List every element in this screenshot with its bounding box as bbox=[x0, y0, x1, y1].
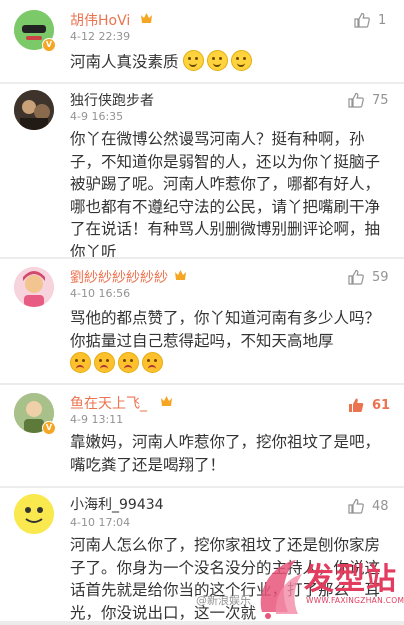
commenter-name[interactable]: 独行侠跑步者 bbox=[70, 90, 154, 110]
comment-card: V 鱼在天上飞_ 4-9 13:11 靠嫩妈，河南人咋惹你了，挖你祖坟了是吧，嘴… bbox=[0, 385, 404, 486]
smirk-emoji-icon bbox=[183, 50, 205, 71]
comment-text-content: 骂他的都点赞了，你丫知道河南有多少人吗？你掂量过自己惹得起吗，不知天高地厚 bbox=[70, 309, 381, 350]
thumbs-up-filled-icon bbox=[349, 398, 364, 412]
thumbs-up-icon bbox=[348, 269, 364, 285]
comment-text: 你丫在微博公然谩骂河南人？挺有种啊，孙子，不知道你是弱智的人，还以为你丫挺脑子被… bbox=[70, 130, 381, 257]
like-button[interactable]: 59 bbox=[348, 269, 389, 285]
like-button[interactable]: 75 bbox=[348, 92, 389, 108]
avatar[interactable] bbox=[14, 267, 54, 307]
commenter-name[interactable]: 小海利_99434 bbox=[70, 494, 164, 514]
comment-card: 独行侠跑步者 4-9 16:35 你丫在微博公然谩骂河南人？挺有种啊，孙子，不知… bbox=[0, 84, 404, 257]
comment-time: 4-9 16:35 bbox=[70, 110, 124, 123]
vip-crown-icon bbox=[141, 13, 152, 23]
like-count: 75 bbox=[372, 92, 389, 108]
like-button[interactable]: 48 bbox=[348, 498, 389, 514]
comment-time: 4-10 17:04 bbox=[70, 516, 131, 529]
thumbs-up-icon bbox=[354, 12, 370, 28]
like-count: 61 bbox=[372, 397, 391, 413]
comment-text: 河南人真没素质 bbox=[70, 50, 390, 74]
avatar-image-icon bbox=[14, 90, 54, 130]
avatar-image-icon bbox=[14, 267, 54, 307]
thumbs-up-icon bbox=[348, 498, 364, 514]
angry-emoji-icon bbox=[94, 352, 115, 373]
site-watermark: 发型站 WWW.FAXINGZHAN.COM @新浪娱乐 bbox=[196, 552, 404, 621]
commenter-name[interactable]: 鱼在天上飞_ bbox=[70, 393, 147, 413]
avatar-image-icon bbox=[14, 494, 54, 534]
avatar[interactable] bbox=[14, 494, 54, 534]
like-button[interactable]: 1 bbox=[354, 12, 386, 28]
vip-crown-icon bbox=[175, 270, 186, 280]
smirk-emoji-icon bbox=[231, 50, 253, 71]
comment-time: 4-10 16:56 bbox=[70, 287, 131, 300]
like-button[interactable]: 61 bbox=[348, 397, 390, 413]
watermark-url: WWW.FAXINGZHAN.COM bbox=[306, 596, 404, 605]
commenter-name[interactable]: 胡伟HoVi bbox=[70, 10, 130, 30]
comment-time: 4-12 22:39 bbox=[70, 30, 131, 43]
comment-card: 劉紗紗紗紗紗紗 4-10 16:56 骂他的都点赞了，你丫知道河南有多少人吗？你… bbox=[0, 259, 404, 383]
commenter-name[interactable]: 劉紗紗紗紗紗紗 bbox=[70, 267, 168, 287]
smirk-emoji-icon bbox=[207, 50, 229, 71]
comment-card: V 胡伟HoVi 4-12 22:39 河南人真没素质 1 bbox=[0, 0, 404, 82]
angry-emoji-icon bbox=[142, 352, 163, 373]
avatar[interactable] bbox=[14, 90, 54, 130]
verified-badge-icon: V bbox=[42, 38, 56, 52]
comment-page: { "comments": [ {"name": "胡伟HoVi", "time… bbox=[0, 0, 404, 621]
verified-badge-icon: V bbox=[42, 421, 56, 435]
angry-emoji-icon bbox=[70, 352, 91, 373]
comment-text: 靠嫩妈，河南人咋惹你了，挖你祖坟了是吧，嘴吃粪了还是喝翔了！ bbox=[70, 433, 381, 474]
vip-crown-icon bbox=[161, 396, 172, 406]
watermark-brand: 发型站 bbox=[304, 562, 397, 597]
like-count: 48 bbox=[372, 498, 389, 514]
like-count: 1 bbox=[378, 12, 387, 28]
thumbs-up-icon bbox=[348, 92, 364, 108]
comment-text-content: 河南人真没素质 bbox=[70, 53, 179, 71]
watermark-sub: @新浪娱乐 bbox=[196, 594, 251, 607]
comment-text: 骂他的都点赞了，你丫知道河南有多少人吗？你掂量过自己惹得起吗，不知天高地厚 bbox=[70, 307, 390, 376]
angry-emoji-icon bbox=[118, 352, 139, 373]
like-count: 59 bbox=[372, 269, 389, 285]
comment-time: 4-9 13:11 bbox=[70, 413, 124, 426]
